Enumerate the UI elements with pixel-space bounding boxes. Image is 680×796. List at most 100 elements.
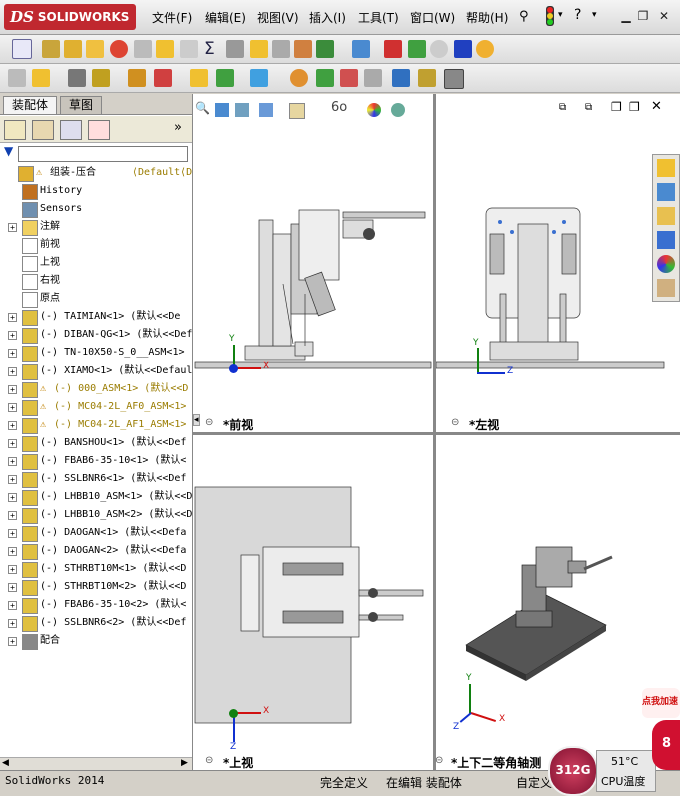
snapshot-icon[interactable] xyxy=(444,69,464,89)
tree-root[interactable]: ⚠ 组装-压合 ⟨Default⟨Defau xyxy=(0,164,192,182)
move-icon[interactable] xyxy=(408,40,426,58)
close-icon[interactable]: ✕ xyxy=(656,8,672,24)
expand-toggle-icon[interactable]: + xyxy=(8,439,17,448)
expand-toggle-icon[interactable]: + xyxy=(8,493,17,502)
expand-toggle-icon[interactable]: + xyxy=(8,457,17,466)
new-motion-study-icon[interactable] xyxy=(290,69,308,87)
expand-toggle-icon[interactable]: + xyxy=(8,511,17,520)
tree-item[interactable]: 右视 xyxy=(0,272,192,290)
simulation-icon[interactable] xyxy=(156,40,174,58)
file-explorer-icon[interactable] xyxy=(657,207,675,225)
spellcheck-icon[interactable] xyxy=(12,39,32,59)
display-manager-icon[interactable] xyxy=(88,120,110,140)
measure-icon[interactable] xyxy=(42,40,60,58)
scroll-right-icon[interactable]: ▶ xyxy=(181,758,188,768)
expand-toggle-icon[interactable]: + xyxy=(8,583,17,592)
expand-toggle-icon[interactable]: + xyxy=(8,313,17,322)
interference-icon[interactable] xyxy=(110,40,128,58)
table-icon[interactable] xyxy=(352,40,370,58)
help-icon[interactable]: ? xyxy=(574,7,581,23)
feature-icon[interactable] xyxy=(294,40,312,58)
expand-toggle-icon[interactable]: + xyxy=(8,403,17,412)
expand-toggle-icon[interactable]: + xyxy=(8,529,17,538)
tree-item[interactable]: + (-) STHRBT10M<1> (默认<<D xyxy=(0,560,192,578)
dropdown-icon[interactable]: ▾ xyxy=(558,10,563,20)
tree-item[interactable]: + (-) DIBAN-QG<1> (默认<<Def xyxy=(0,326,192,344)
check-icon[interactable] xyxy=(134,40,152,58)
tree-item[interactable]: + (-) FBAB6-35-10<2> (默认< xyxy=(0,596,192,614)
tree-item[interactable]: + 配合 xyxy=(0,632,192,650)
color-icon[interactable] xyxy=(454,40,472,58)
expand-toggle-icon[interactable]: + xyxy=(8,367,17,376)
tree-item[interactable]: + (-) LHBB10_ASM<2> (默认<<D xyxy=(0,506,192,524)
tree-item[interactable]: + 注解 xyxy=(0,218,192,236)
view-palette-icon[interactable] xyxy=(657,231,675,249)
property-manager-icon[interactable] xyxy=(32,120,54,140)
resources-icon[interactable] xyxy=(657,159,675,177)
expand-toggle-icon[interactable]: + xyxy=(8,601,17,610)
align-icon[interactable] xyxy=(272,40,290,58)
tree-item[interactable]: + ⚠ (-) MC04-2L_AF0_ASM<1> xyxy=(0,398,192,416)
tree-item[interactable]: + (-) SSLBNR6<2> (默认<<Def xyxy=(0,614,192,632)
exploded-view-icon[interactable] xyxy=(340,69,358,87)
menu-window[interactable]: 窗口(W) xyxy=(410,9,455,26)
ok-icon[interactable] xyxy=(430,40,448,58)
bill-of-materials-icon[interactable] xyxy=(316,69,334,87)
move-component-icon[interactable] xyxy=(154,69,172,87)
expand-panel-icon[interactable]: » xyxy=(174,120,182,135)
tab-sketch[interactable]: 草图 xyxy=(60,96,103,114)
appearances-icon[interactable] xyxy=(657,255,675,273)
feature-tree-icon[interactable] xyxy=(4,120,26,140)
collapse-panel-icon[interactable]: ◂ xyxy=(193,414,200,426)
tree-item[interactable]: 上视 xyxy=(0,254,192,272)
menu-tools[interactable]: 工具(T) xyxy=(358,9,399,26)
tree-item[interactable]: + ⚠ (-) 000_ASM<1> (默认<<D xyxy=(0,380,192,398)
tree-item[interactable]: + (-) DAOGAN<1> (默认<<Defa xyxy=(0,524,192,542)
expand-toggle-icon[interactable]: + xyxy=(8,223,17,232)
explode-line-icon[interactable] xyxy=(364,69,382,87)
smart-fastener-icon[interactable] xyxy=(128,69,146,87)
top-view-link-icon[interactable]: ⊝ xyxy=(205,755,213,766)
explode-icon[interactable] xyxy=(384,40,402,58)
tree-item[interactable]: + (-) FBAB6-35-10<1> (默认< xyxy=(0,452,192,470)
tree-item[interactable]: 前视 xyxy=(0,236,192,254)
expand-toggle-icon[interactable]: + xyxy=(8,331,17,340)
expand-toggle-icon[interactable]: + xyxy=(8,475,17,484)
graphics-area[interactable]: 🔍 6o ⧉ ⧉ ❐ ❐ ✕ Y X Y Z X Z Y X Z ⊝ *前视 ⊝… xyxy=(193,94,680,770)
expand-toggle-icon[interactable]: + xyxy=(8,637,17,646)
accelerator-ball[interactable]: 8 xyxy=(652,720,680,770)
tree-item[interactable]: + (-) TN-10X50-S_0__ASM<1> xyxy=(0,344,192,362)
new-part-icon[interactable] xyxy=(32,69,50,87)
traffic-light-icon[interactable] xyxy=(546,6,554,26)
scroll-left-icon[interactable]: ◀ xyxy=(2,758,9,768)
front-view-link-icon[interactable]: ⊝ xyxy=(205,417,213,428)
menu-help[interactable]: 帮助(H) xyxy=(466,9,508,26)
appearance-icon[interactable] xyxy=(476,40,494,58)
speed-dial-widget[interactable]: 312G xyxy=(548,746,598,796)
configuration-manager-icon[interactable] xyxy=(60,120,82,140)
insert-component-icon[interactable] xyxy=(8,69,26,87)
expand-toggle-icon[interactable]: + xyxy=(8,547,17,556)
mass-properties-icon[interactable] xyxy=(64,40,82,58)
instant3d-icon[interactable] xyxy=(392,69,410,87)
tools-icon[interactable] xyxy=(226,40,244,58)
expand-toggle-icon[interactable]: + xyxy=(8,349,17,358)
promo-bubble[interactable]: 点我加速 xyxy=(642,688,680,718)
toggle-icon[interactable] xyxy=(180,40,198,58)
expand-toggle-icon[interactable]: + xyxy=(8,565,17,574)
route-icon[interactable] xyxy=(316,40,334,58)
tree-item[interactable]: + (-) SSLBNR6<1> (默认<<Def xyxy=(0,470,192,488)
expand-toggle-icon[interactable]: + xyxy=(8,619,17,628)
tree-item[interactable]: + (-) XIAMO<1> (默认<<Default xyxy=(0,362,192,380)
tree-item[interactable]: + (-) STHRBT10M<2> (默认<<D xyxy=(0,578,192,596)
pin-icon[interactable]: ⚲ xyxy=(519,9,529,24)
filter-input[interactable] xyxy=(18,146,188,162)
menu-view[interactable]: 视图(V) xyxy=(257,9,299,26)
tree-item[interactable]: History xyxy=(0,182,192,200)
assembly-features-icon[interactable] xyxy=(216,69,234,87)
pattern-icon[interactable] xyxy=(92,69,110,87)
help-dropdown-icon[interactable]: ▾ xyxy=(592,10,597,20)
sum-icon[interactable]: Σ xyxy=(204,39,215,59)
solidworks-logo[interactable]: DS SOLIDWORKS xyxy=(4,4,136,30)
tree-item[interactable]: 原点 xyxy=(0,290,192,308)
